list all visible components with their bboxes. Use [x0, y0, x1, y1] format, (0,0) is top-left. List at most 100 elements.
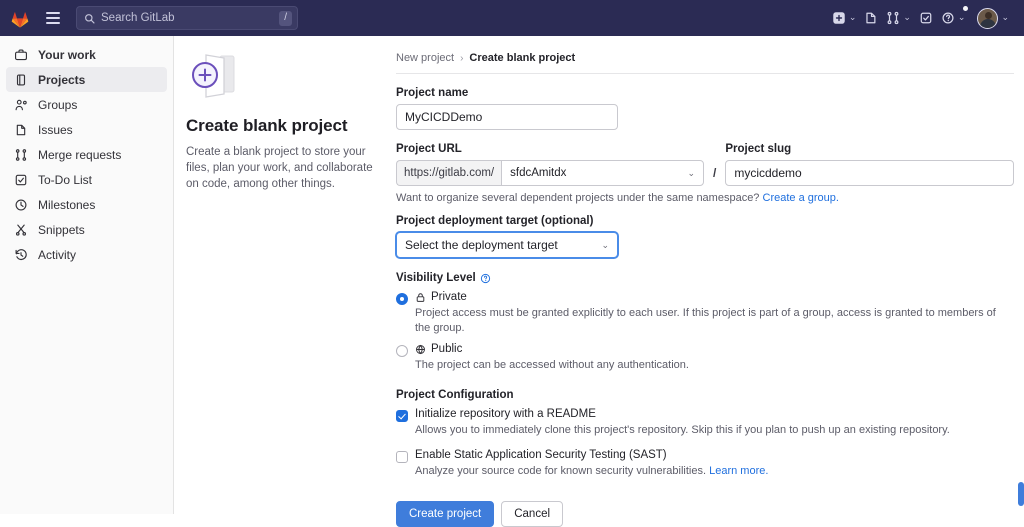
avatar-body	[980, 19, 996, 29]
create-new-button[interactable]: ⌄	[829, 5, 860, 31]
panel-description: Create a blank project to store your fil…	[186, 144, 376, 192]
create-blank-project-panel: Create blank project Create a blank proj…	[175, 36, 390, 192]
private-radio[interactable]	[396, 293, 408, 305]
public-label-group: Public	[415, 343, 462, 355]
create-project-form: New project › Create blank project Proje…	[390, 36, 1024, 527]
search-shortcut-badge: /	[279, 11, 292, 26]
sidebar-item-label: Groups	[38, 98, 77, 112]
issues-icon	[14, 123, 28, 137]
visibility-level-title: Visibility Level	[396, 272, 1014, 284]
gitlab-logo-icon[interactable]	[9, 7, 31, 29]
sidebar-item-activity[interactable]: Activity	[6, 242, 167, 267]
chevron-down-icon: ⌄	[958, 13, 966, 22]
project-icon	[14, 73, 28, 87]
url-slug-separator: /	[704, 143, 725, 185]
help-notification-dot	[963, 6, 968, 11]
namespace-value: sfdcAmitdx	[510, 167, 566, 179]
breadcrumb-separator-icon: ›	[460, 53, 463, 64]
create-project-button[interactable]: Create project	[396, 501, 494, 527]
enable-sast-description: Analyze your source code for known secur…	[415, 464, 1014, 479]
avatar	[977, 8, 998, 29]
top-nav-actions: ⌄ ⌄	[829, 5, 1024, 31]
project-name-value: MyCICDDemo	[405, 110, 482, 124]
visibility-level-label: Visibility Level	[396, 272, 476, 284]
left-sidebar: Your work Projects Groups Issues	[0, 36, 174, 514]
sidebar-item-label: Activity	[38, 248, 76, 262]
hamburger-menu-icon[interactable]	[40, 5, 66, 31]
project-url-label: Project URL	[396, 143, 704, 155]
cancel-button[interactable]: Cancel	[501, 501, 563, 527]
namespace-hint-text: Want to organize several dependent proje…	[396, 192, 759, 204]
create-a-group-link[interactable]: Create a group.	[763, 192, 839, 204]
sidebar-item-milestones[interactable]: Milestones	[6, 192, 167, 217]
project-name-input[interactable]: MyCICDDemo	[396, 104, 618, 130]
groups-icon	[14, 98, 28, 112]
chevron-down-icon: ⌄	[1001, 13, 1009, 22]
project-url-prefix: https://gitlab.com/	[396, 160, 501, 186]
project-slug-input[interactable]: mycicddemo	[725, 160, 1014, 186]
sidebar-item-projects[interactable]: Projects	[6, 67, 167, 92]
breadcrumb-current: Create blank project	[469, 52, 575, 64]
breadcrumb-new-project[interactable]: New project	[396, 52, 454, 64]
public-radio[interactable]	[396, 345, 408, 357]
hamburger-bar	[46, 17, 60, 19]
clock-icon	[14, 198, 28, 212]
snippet-scissors-icon	[14, 223, 28, 237]
avatar-head	[985, 12, 992, 19]
private-label-group: Private	[415, 291, 467, 303]
question-circle-icon	[941, 11, 955, 25]
merge-requests-button[interactable]: ⌄	[883, 5, 914, 31]
enable-sast-checkbox[interactable]	[396, 451, 408, 463]
scrollbar-thumb[interactable]	[1018, 482, 1024, 506]
form-actions: Create project Cancel	[396, 501, 1014, 527]
initialize-readme-description: Allows you to immediately clone this pro…	[415, 423, 1014, 438]
sidebar-item-your-work[interactable]: Your work	[6, 42, 167, 67]
namespace-select[interactable]: sfdcAmitdx ⌄	[501, 160, 704, 186]
question-circle-icon[interactable]	[480, 273, 491, 284]
visibility-option-private[interactable]: Private	[396, 291, 1014, 305]
hamburger-bar	[46, 22, 60, 24]
sidebar-item-snippets[interactable]: Snippets	[6, 217, 167, 242]
chevron-down-icon: ⌄	[601, 240, 609, 251]
todo-check-icon	[919, 11, 933, 25]
breadcrumb-divider	[396, 73, 1014, 74]
private-description: Project access must be granted explicitl…	[415, 306, 1014, 336]
sidebar-item-label: Projects	[38, 73, 85, 87]
sidebar-item-label: To-Do List	[38, 173, 92, 187]
new-project-folder-plus-icon	[186, 50, 246, 102]
namespace-hint: Want to organize several dependent proje…	[396, 192, 1014, 204]
user-menu-button[interactable]: ⌄	[974, 5, 1012, 31]
sidebar-item-issues[interactable]: Issues	[6, 117, 167, 142]
sidebar-item-groups[interactable]: Groups	[6, 92, 167, 117]
visibility-option-public[interactable]: Public	[396, 343, 1014, 357]
hamburger-bar	[46, 12, 60, 14]
history-icon	[14, 248, 28, 262]
initialize-readme-checkbox[interactable]	[396, 410, 408, 422]
public-label: Public	[431, 343, 462, 355]
search-placeholder: Search GitLab	[101, 12, 279, 24]
top-navigation-bar: Search GitLab / ⌄ ⌄	[0, 0, 1024, 36]
search-input[interactable]: Search GitLab /	[76, 6, 298, 30]
todo-check-icon	[14, 173, 28, 187]
project-slug-label: Project slug	[725, 143, 1014, 155]
deployment-target-value: Select the deployment target	[405, 238, 558, 252]
issues-button[interactable]	[861, 5, 881, 31]
search-icon	[84, 13, 95, 24]
project-name-label: Project name	[396, 87, 1014, 99]
merge-request-icon	[14, 148, 28, 162]
sidebar-item-todo-list[interactable]: To-Do List	[6, 167, 167, 192]
deployment-target-select[interactable]: Select the deployment target ⌄	[396, 232, 618, 258]
deployment-target-label: Project deployment target (optional)	[396, 215, 1014, 227]
sidebar-item-label: Issues	[38, 123, 73, 137]
help-button[interactable]: ⌄	[938, 5, 969, 31]
merge-request-icon	[886, 11, 900, 25]
learn-more-link[interactable]: Learn more.	[709, 465, 768, 477]
chevron-down-icon: ⌄	[687, 168, 695, 179]
sidebar-item-label: Milestones	[38, 198, 95, 212]
config-option-readme[interactable]: Initialize repository with a README	[396, 408, 1014, 422]
enable-sast-label: Enable Static Application Security Testi…	[415, 449, 667, 461]
todo-list-button[interactable]	[916, 5, 936, 31]
sidebar-item-merge-requests[interactable]: Merge requests	[6, 142, 167, 167]
globe-icon	[415, 344, 426, 355]
config-option-sast[interactable]: Enable Static Application Security Testi…	[396, 449, 1014, 463]
